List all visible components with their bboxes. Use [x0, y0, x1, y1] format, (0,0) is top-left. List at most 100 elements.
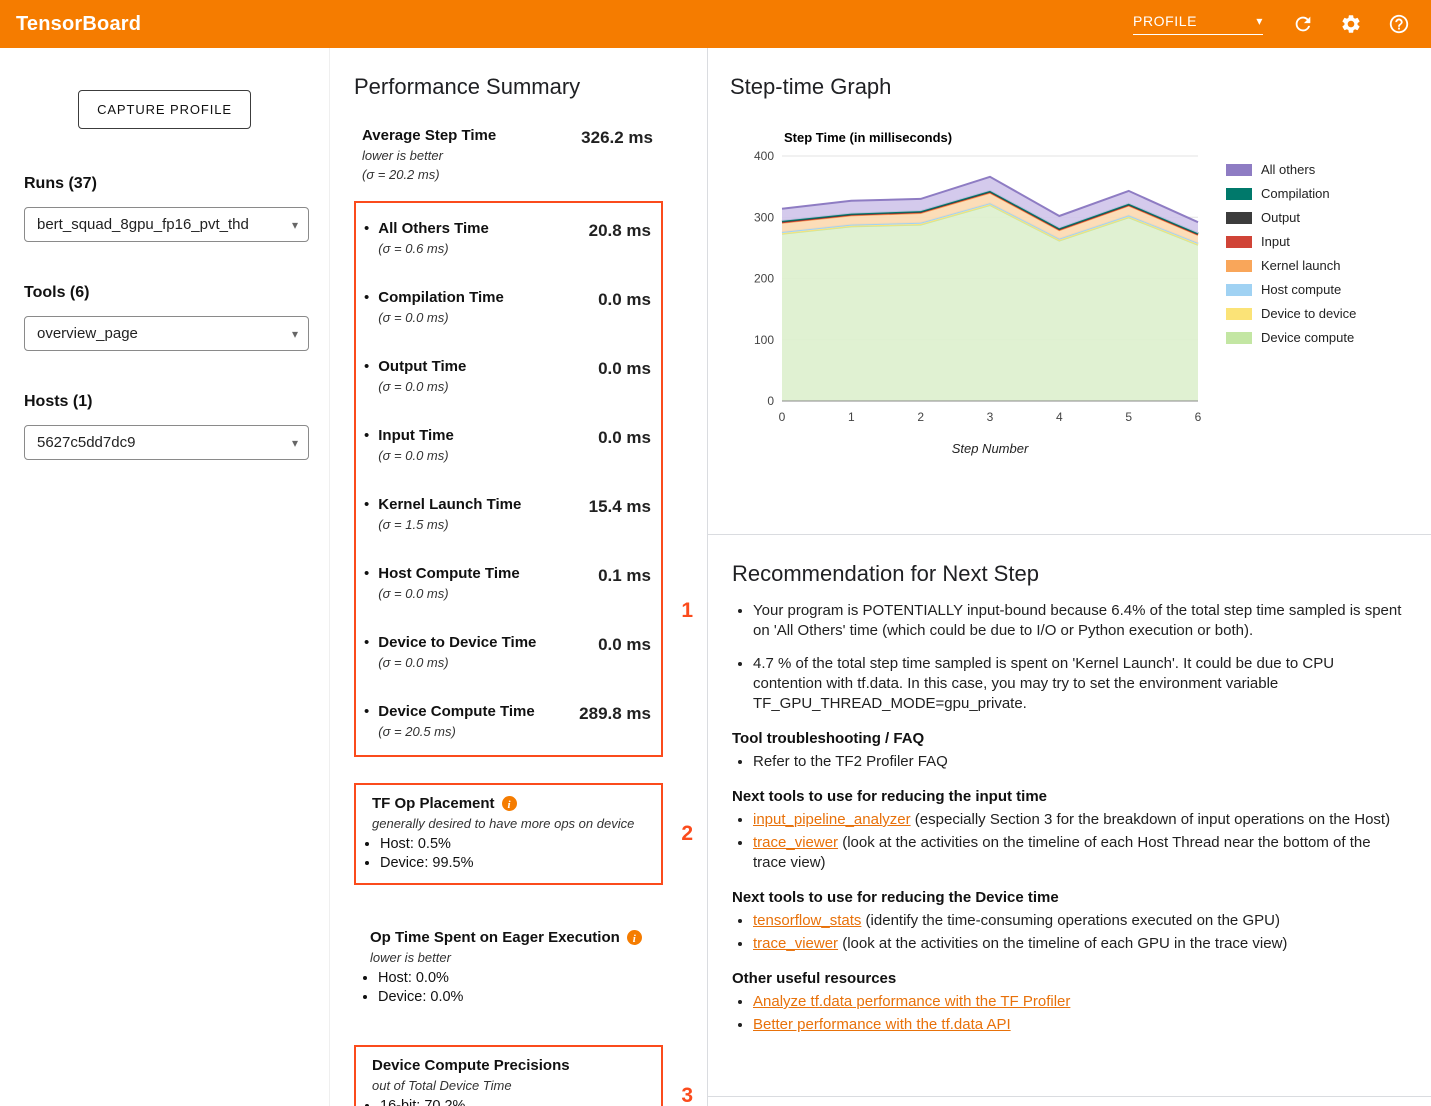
metric-info: Host Compute Time(σ = 0.0 ms) — [364, 564, 520, 602]
recommendation-bullet: Your program is POTENTIALLY input-bound … — [753, 601, 1407, 641]
metric-row: All Others Time(σ = 0.6 ms)20.8 ms — [356, 203, 661, 272]
recommendation-bullet-list: Analyze tf.data performance with the TF … — [732, 992, 1407, 1035]
metric-value: 20.8 ms — [589, 221, 651, 241]
legend-swatch — [1226, 212, 1252, 224]
legend-label: Output — [1261, 210, 1300, 225]
metric-sigma: (σ = 0.0 ms) — [378, 447, 454, 464]
legend-item: Device compute — [1226, 330, 1356, 345]
tfdata-performance-link[interactable]: Analyze tf.data performance with the TF … — [753, 993, 1070, 1010]
svg-text:Step Time (in milliseconds): Step Time (in milliseconds) — [784, 130, 952, 145]
svg-text:300: 300 — [754, 210, 774, 224]
annotation-box-3: Device Compute Precisions out of Total D… — [354, 1045, 663, 1106]
performance-summary-panel: Performance Summary Average Step Time lo… — [330, 48, 707, 1106]
section-title-text: TF Op Placement — [372, 794, 495, 813]
recommendation-bullet: trace_viewer (look at the activities on … — [753, 934, 1407, 954]
tools-select[interactable]: overview_page ▾ — [24, 316, 309, 351]
capture-profile-button[interactable]: CAPTURE PROFILE — [78, 90, 251, 129]
runs-label: Runs (37) — [24, 175, 309, 193]
chevron-down-icon: ▾ — [292, 219, 298, 231]
recommendation-top-bullets: Your program is POTENTIALLY input-bound … — [732, 601, 1407, 714]
list-item: Host: 0.5% — [380, 835, 661, 854]
settings-gear-icon — [1340, 13, 1362, 35]
step-time-chart-area: Step Time (in milliseconds)0100200300400… — [744, 126, 1431, 459]
reload-button[interactable] — [1291, 12, 1315, 36]
metric-label: Host Compute Time — [378, 564, 519, 583]
tf-op-placement-title: TF Op Placement — [356, 785, 661, 813]
tools-field: Tools (6) overview_page ▾ — [24, 284, 309, 351]
legend-label: Kernel launch — [1261, 258, 1341, 273]
metric-value: 0.0 ms — [598, 359, 651, 379]
eager-execution-title: Op Time Spent on Eager Execution — [354, 919, 657, 947]
recommendation-subsections: Tool troubleshooting / FAQRefer to the T… — [732, 729, 1407, 1035]
tf-op-placement-list: Host: 0.5%Device: 99.5% — [356, 835, 661, 873]
metric-sigma: (σ = 0.0 ms) — [378, 378, 466, 395]
metric-label: Compilation Time — [378, 288, 504, 307]
chevron-down-icon: ▾ — [1256, 15, 1263, 27]
svg-text:5: 5 — [1125, 410, 1132, 424]
runs-select-value: bert_squad_8gpu_fp16_pvt_thd — [37, 216, 249, 233]
svg-text:3: 3 — [987, 410, 994, 424]
settings-button[interactable] — [1339, 12, 1363, 36]
metric-value: 289.8 ms — [579, 704, 651, 724]
metric-label: Output Time — [378, 357, 466, 376]
section-title-text: Op Time Spent on Eager Execution — [370, 928, 620, 947]
metric-value: 0.0 ms — [598, 635, 651, 655]
trace-viewer-link[interactable]: trace_viewer — [753, 935, 838, 952]
tensorflow-stats-link[interactable]: tensorflow_stats — [753, 912, 861, 929]
metric-sigma: (σ = 0.0 ms) — [378, 309, 504, 326]
input-pipeline-analyzer-link[interactable]: input_pipeline_analyzer — [753, 811, 911, 828]
metric-value: 0.0 ms — [598, 428, 651, 448]
trace-viewer-link[interactable]: trace_viewer — [753, 834, 838, 851]
metric-sigma: (σ = 0.0 ms) — [378, 654, 536, 671]
svg-text:0: 0 — [779, 410, 786, 424]
runs-select[interactable]: bert_squad_8gpu_fp16_pvt_thd ▾ — [24, 207, 309, 242]
metric-info: Kernel Launch Time(σ = 1.5 ms) — [364, 495, 521, 533]
device-precisions-list: 16-bit: 70.2%32-bit: 29.8% — [356, 1097, 661, 1106]
average-step-time-info: Average Step Time lower is better (σ = 2… — [362, 126, 496, 183]
eager-execution-list: Host: 0.0%Device: 0.0% — [354, 969, 657, 1007]
tools-label: Tools (6) — [24, 284, 309, 302]
recommendation-title: Recommendation for Next Step — [732, 561, 1407, 587]
recommendation-bullet: trace_viewer (look at the activities on … — [753, 833, 1407, 873]
recommendation-bullet: input_pipeline_analyzer (especially Sect… — [753, 810, 1407, 830]
legend-item: Device to device — [1226, 306, 1356, 321]
list-item: Host: 0.0% — [378, 969, 657, 988]
legend-swatch — [1226, 236, 1252, 248]
hosts-label: Hosts (1) — [24, 393, 309, 411]
metric-row: Device Compute Time(σ = 20.5 ms) 289.8 ms — [356, 686, 661, 755]
legend-label: All others — [1261, 162, 1315, 177]
list-item: Device: 0.0% — [378, 988, 657, 1007]
recommendation-bullet: 4.7 % of the total step time sampled is … — [753, 654, 1407, 714]
metric-label: Average Step Time — [362, 126, 496, 145]
hosts-select[interactable]: 5627c5dd7dc9 ▾ — [24, 425, 309, 460]
recommendation-bullet: Analyze tf.data performance with the TF … — [753, 992, 1407, 1012]
chevron-down-icon: ▾ — [292, 437, 298, 449]
svg-text:6: 6 — [1195, 410, 1202, 424]
step-time-graph-section: Step-time Graph Step Time (in millisecon… — [708, 48, 1431, 535]
metric-info: Compilation Time (σ = 0.0 ms) — [364, 288, 504, 326]
metric-label: Kernel Launch Time — [378, 495, 521, 514]
metric-info: Input Time(σ = 0.0 ms) — [364, 426, 454, 464]
eager-execution-section: Op Time Spent on Eager Execution lower i… — [354, 919, 657, 1007]
list-item: Device: 99.5% — [380, 854, 661, 873]
metric-sigma: (σ = 20.2 ms) — [362, 166, 496, 183]
svg-text:Step Number: Step Number — [952, 441, 1029, 456]
recommendation-section: Recommendation for Next Step Your progra… — [708, 535, 1431, 1097]
step-time-chart: Step Time (in milliseconds)0100200300400… — [744, 126, 1210, 459]
help-button[interactable] — [1387, 12, 1411, 36]
dashboard-selector-value: PROFILE — [1133, 13, 1197, 29]
info-icon[interactable] — [502, 796, 517, 811]
recommendation-bullet-list: Refer to the TF2 Profiler FAQ — [732, 752, 1407, 772]
dashboard-selector[interactable]: PROFILE ▾ — [1133, 13, 1263, 35]
device-precisions-title: Device Compute Precisions — [356, 1047, 661, 1075]
svg-text:0: 0 — [767, 394, 774, 408]
eager-execution-note: lower is better — [354, 947, 657, 966]
legend-swatch — [1226, 188, 1252, 200]
average-step-time-row: Average Step Time lower is better (σ = 2… — [354, 126, 663, 183]
tfdata-api-link[interactable]: Better performance with the tf.data API — [753, 1016, 1011, 1033]
recommendation-bullet: Refer to the TF2 Profiler FAQ — [753, 752, 1407, 772]
metric-info: Device Compute Time(σ = 20.5 ms) — [364, 702, 535, 740]
legend-swatch — [1226, 308, 1252, 320]
info-icon[interactable] — [627, 930, 642, 945]
svg-text:4: 4 — [1056, 410, 1063, 424]
